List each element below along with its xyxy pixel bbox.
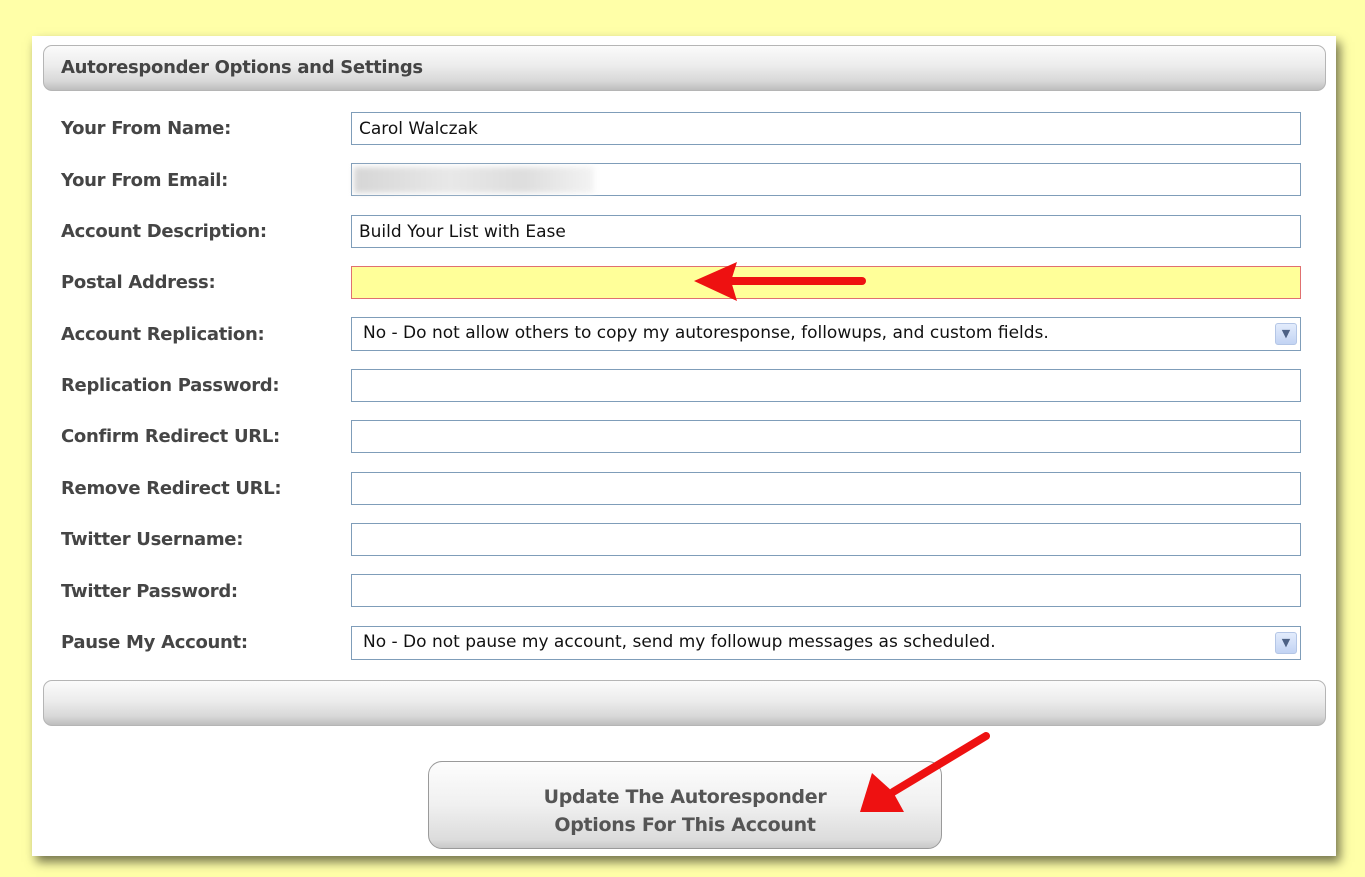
settings-panel: Autoresponder Options and Settings Your … (32, 36, 1336, 856)
pause-account-label: Pause My Account: (61, 632, 248, 653)
confirm-redirect-url-input[interactable] (351, 420, 1301, 453)
redacted-email (354, 167, 594, 193)
account-replication-select[interactable]: No - Do not allow others to copy my auto… (351, 317, 1301, 351)
replication-password-input[interactable] (351, 369, 1301, 402)
from-name-label: Your From Name: (61, 118, 231, 139)
from-email-input[interactable] (351, 163, 1301, 196)
update-options-button-label: Update The Autoresponder Options For Thi… (429, 783, 941, 839)
twitter-username-label: Twitter Username: (61, 529, 244, 550)
update-button-line-1: Update The Autoresponder (543, 786, 827, 808)
panel-title: Autoresponder Options and Settings (61, 57, 423, 78)
twitter-password-input[interactable] (351, 574, 1301, 607)
confirm-redirect-url-label: Confirm Redirect URL: (61, 426, 280, 447)
remove-redirect-url-input[interactable] (351, 472, 1301, 505)
chevron-down-icon[interactable]: ▼ (1275, 323, 1297, 345)
replication-password-label: Replication Password: (61, 375, 280, 396)
from-name-input[interactable] (351, 112, 1301, 145)
from-email-label: Your From Email: (61, 170, 229, 191)
panel-header: Autoresponder Options and Settings (43, 45, 1326, 91)
update-button-line-2: Options For This Account (554, 814, 816, 836)
twitter-password-label: Twitter Password: (61, 581, 238, 602)
account-description-label: Account Description: (61, 221, 267, 242)
update-options-button[interactable]: Update The Autoresponder Options For Thi… (428, 761, 942, 849)
twitter-username-input[interactable] (351, 523, 1301, 556)
pause-account-select[interactable]: No - Do not pause my account, send my fo… (351, 626, 1301, 660)
postal-address-label: Postal Address: (61, 272, 216, 293)
panel-footer-bar (43, 680, 1326, 726)
account-replication-value: No - Do not allow others to copy my auto… (363, 323, 1049, 343)
account-replication-label: Account Replication: (61, 324, 265, 345)
remove-redirect-url-label: Remove Redirect URL: (61, 478, 282, 499)
account-description-input[interactable] (351, 215, 1301, 248)
chevron-down-icon[interactable]: ▼ (1275, 632, 1297, 654)
postal-address-input[interactable] (351, 266, 1301, 299)
pause-account-value: No - Do not pause my account, send my fo… (363, 632, 996, 652)
